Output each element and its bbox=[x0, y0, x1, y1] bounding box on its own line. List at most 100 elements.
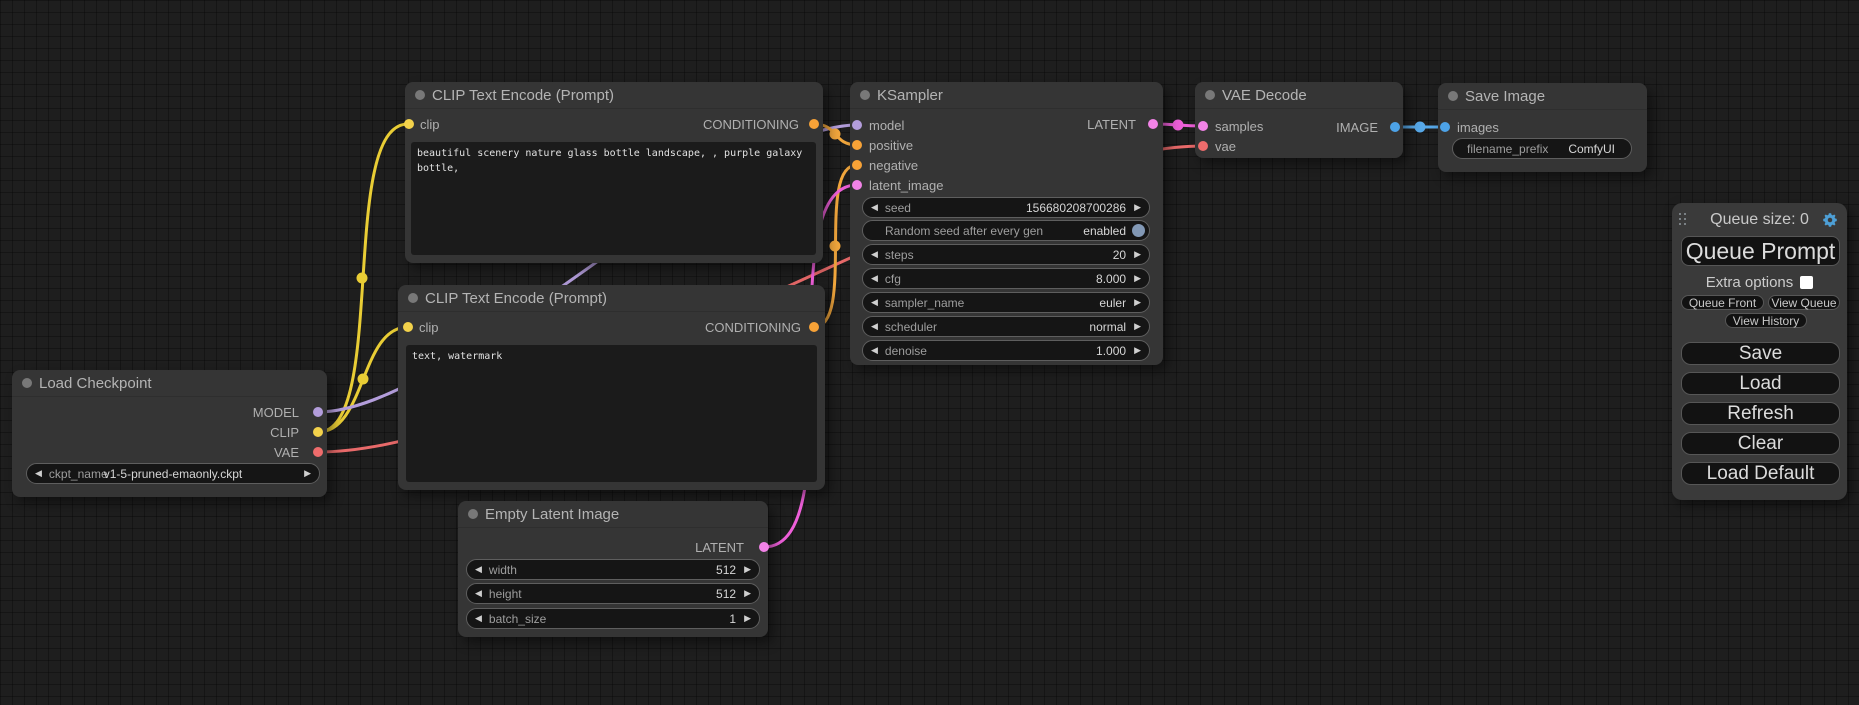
collapse-dot-icon[interactable] bbox=[415, 90, 425, 100]
decrement-arrow-icon[interactable]: ◀ bbox=[475, 589, 482, 599]
widget-value[interactable]: 20 bbox=[1113, 248, 1126, 262]
queue-front-button[interactable]: Queue Front bbox=[1681, 295, 1764, 310]
input-slot-samples[interactable] bbox=[1198, 121, 1208, 131]
decrement-arrow-icon[interactable]: ◀ bbox=[871, 322, 878, 332]
widget-value[interactable]: normal bbox=[1089, 320, 1126, 334]
input-label-negative: negative bbox=[869, 158, 918, 173]
node-ksampler[interactable]: KSampler model positive negative latent_… bbox=[850, 82, 1163, 365]
view-history-button[interactable]: View History bbox=[1725, 313, 1807, 328]
input-slot-clip[interactable] bbox=[404, 119, 414, 129]
toggle-knob[interactable] bbox=[1132, 224, 1145, 237]
node-load-checkpoint[interactable]: Load Checkpoint MODEL CLIP VAE ◀ ckpt_na… bbox=[12, 370, 327, 497]
decrement-arrow-icon[interactable]: ◀ bbox=[475, 565, 482, 575]
node-title-bar[interactable]: KSampler bbox=[850, 82, 1163, 109]
output-label-clip: CLIP bbox=[270, 425, 299, 440]
refresh-button[interactable]: Refresh bbox=[1681, 402, 1840, 425]
node-vae-decode[interactable]: VAE Decode samples vae IMAGE bbox=[1195, 82, 1403, 158]
view-queue-button[interactable]: View Queue bbox=[1768, 295, 1840, 310]
prompt-textarea[interactable]: text, watermark bbox=[406, 345, 817, 482]
widget-label: seed bbox=[885, 201, 911, 215]
output-slot-conditioning[interactable] bbox=[809, 119, 819, 129]
collapse-dot-icon[interactable] bbox=[1205, 90, 1215, 100]
widget-value[interactable]: 512 bbox=[716, 587, 736, 601]
increment-arrow-icon[interactable]: ▶ bbox=[744, 589, 751, 599]
output-slot-latent[interactable] bbox=[759, 542, 769, 552]
increment-arrow-icon[interactable]: ▶ bbox=[1134, 322, 1141, 332]
decrement-arrow-icon[interactable]: ◀ bbox=[871, 203, 878, 213]
denoise-widget[interactable]: ◀ denoise 1.000 ▶ bbox=[862, 340, 1150, 361]
node-clip-text-encode-negative[interactable]: CLIP Text Encode (Prompt) clip CONDITION… bbox=[398, 285, 825, 490]
widget-value[interactable]: 156680208700286 bbox=[1026, 201, 1126, 215]
decrement-arrow-icon[interactable]: ◀ bbox=[871, 346, 878, 356]
collapse-dot-icon[interactable] bbox=[468, 509, 478, 519]
node-empty-latent-image[interactable]: Empty Latent Image LATENT ◀ width 512 ▶ … bbox=[458, 501, 768, 637]
increment-arrow-icon[interactable]: ▶ bbox=[1134, 298, 1141, 308]
extra-options-checkbox[interactable] bbox=[1800, 276, 1813, 289]
node-title-bar[interactable]: Empty Latent Image bbox=[458, 501, 768, 528]
output-slot-conditioning[interactable] bbox=[809, 322, 819, 332]
collapse-dot-icon[interactable] bbox=[22, 378, 32, 388]
increment-arrow-icon[interactable]: ▶ bbox=[1134, 250, 1141, 260]
node-title-bar[interactable]: VAE Decode bbox=[1195, 82, 1403, 109]
input-slot-latent-image[interactable] bbox=[852, 180, 862, 190]
node-clip-text-encode-positive[interactable]: CLIP Text Encode (Prompt) clip CONDITION… bbox=[405, 82, 823, 263]
widget-value[interactable]: 1.000 bbox=[1096, 344, 1126, 358]
filename-prefix-widget[interactable]: filename_prefix ComfyUI bbox=[1452, 138, 1632, 159]
input-slot-clip[interactable] bbox=[403, 322, 413, 332]
widget-value[interactable]: 1 bbox=[729, 612, 736, 626]
scheduler-widget[interactable]: ◀ scheduler normal ▶ bbox=[862, 316, 1150, 337]
node-title-bar[interactable]: Save Image bbox=[1438, 83, 1647, 110]
widget-label: denoise bbox=[885, 344, 927, 358]
widget-value[interactable]: 512 bbox=[716, 563, 736, 577]
sampler-name-widget[interactable]: ◀ sampler_name euler ▶ bbox=[862, 292, 1150, 313]
batch-size-widget[interactable]: ◀ batch_size 1 ▶ bbox=[466, 608, 760, 629]
increment-arrow-icon[interactable]: ▶ bbox=[1134, 274, 1141, 284]
collapse-dot-icon[interactable] bbox=[860, 90, 870, 100]
output-slot-model[interactable] bbox=[313, 407, 323, 417]
node-save-image[interactable]: Save Image images filename_prefix ComfyU… bbox=[1438, 83, 1647, 172]
output-slot-clip[interactable] bbox=[313, 427, 323, 437]
width-widget[interactable]: ◀ width 512 ▶ bbox=[466, 559, 760, 580]
node-graph-canvas[interactable]: Load Checkpoint MODEL CLIP VAE ◀ ckpt_na… bbox=[0, 0, 1859, 705]
output-slot-image[interactable] bbox=[1390, 122, 1400, 132]
height-widget[interactable]: ◀ height 512 ▶ bbox=[466, 583, 760, 604]
steps-widget[interactable]: ◀ steps 20 ▶ bbox=[862, 244, 1150, 265]
decrement-arrow-icon[interactable]: ◀ bbox=[871, 274, 878, 284]
ckpt-name-widget[interactable]: ◀ ckpt_name v1-5-pruned-emaonly.ckpt ▶ bbox=[26, 463, 320, 484]
node-title-bar[interactable]: CLIP Text Encode (Prompt) bbox=[405, 82, 823, 109]
collapse-dot-icon[interactable] bbox=[1448, 91, 1458, 101]
random-seed-toggle[interactable]: Random seed after every gen enabled bbox=[862, 220, 1150, 241]
collapse-dot-icon[interactable] bbox=[408, 293, 418, 303]
input-label-model: model bbox=[869, 118, 904, 133]
widget-value[interactable]: euler bbox=[1099, 296, 1126, 310]
node-title-bar[interactable]: Load Checkpoint bbox=[12, 370, 327, 397]
widget-value[interactable]: 8.000 bbox=[1096, 272, 1126, 286]
clear-button[interactable]: Clear bbox=[1681, 432, 1840, 455]
node-title-bar[interactable]: CLIP Text Encode (Prompt) bbox=[398, 285, 825, 312]
seed-widget[interactable]: ◀ seed 156680208700286 ▶ bbox=[862, 197, 1150, 218]
input-slot-negative[interactable] bbox=[852, 160, 862, 170]
input-slot-positive[interactable] bbox=[852, 140, 862, 150]
input-slot-images[interactable] bbox=[1440, 122, 1450, 132]
decrement-arrow-icon[interactable]: ◀ bbox=[871, 298, 878, 308]
input-slot-model[interactable] bbox=[852, 120, 862, 130]
output-slot-latent[interactable] bbox=[1148, 119, 1158, 129]
increment-arrow-icon[interactable]: ▶ bbox=[744, 565, 751, 575]
decrement-arrow-icon[interactable]: ◀ bbox=[871, 250, 878, 260]
load-button[interactable]: Load bbox=[1681, 372, 1840, 395]
widget-value[interactable]: v1-5-pruned-emaonly.ckpt bbox=[27, 467, 319, 481]
cfg-widget[interactable]: ◀ cfg 8.000 ▶ bbox=[862, 268, 1150, 289]
queue-prompt-button[interactable]: Queue Prompt bbox=[1681, 236, 1840, 266]
save-button[interactable]: Save bbox=[1681, 342, 1840, 365]
prompt-textarea[interactable]: beautiful scenery nature glass bottle la… bbox=[411, 142, 816, 255]
settings-gear-icon[interactable] bbox=[1821, 211, 1839, 229]
input-label-positive: positive bbox=[869, 138, 913, 153]
increment-arrow-icon[interactable]: ▶ bbox=[744, 614, 751, 624]
load-default-button[interactable]: Load Default bbox=[1681, 462, 1840, 485]
widget-value[interactable]: ComfyUI bbox=[1568, 142, 1615, 156]
input-slot-vae[interactable] bbox=[1198, 141, 1208, 151]
decrement-arrow-icon[interactable]: ◀ bbox=[475, 614, 482, 624]
increment-arrow-icon[interactable]: ▶ bbox=[1134, 346, 1141, 356]
output-slot-vae[interactable] bbox=[313, 447, 323, 457]
increment-arrow-icon[interactable]: ▶ bbox=[1134, 203, 1141, 213]
